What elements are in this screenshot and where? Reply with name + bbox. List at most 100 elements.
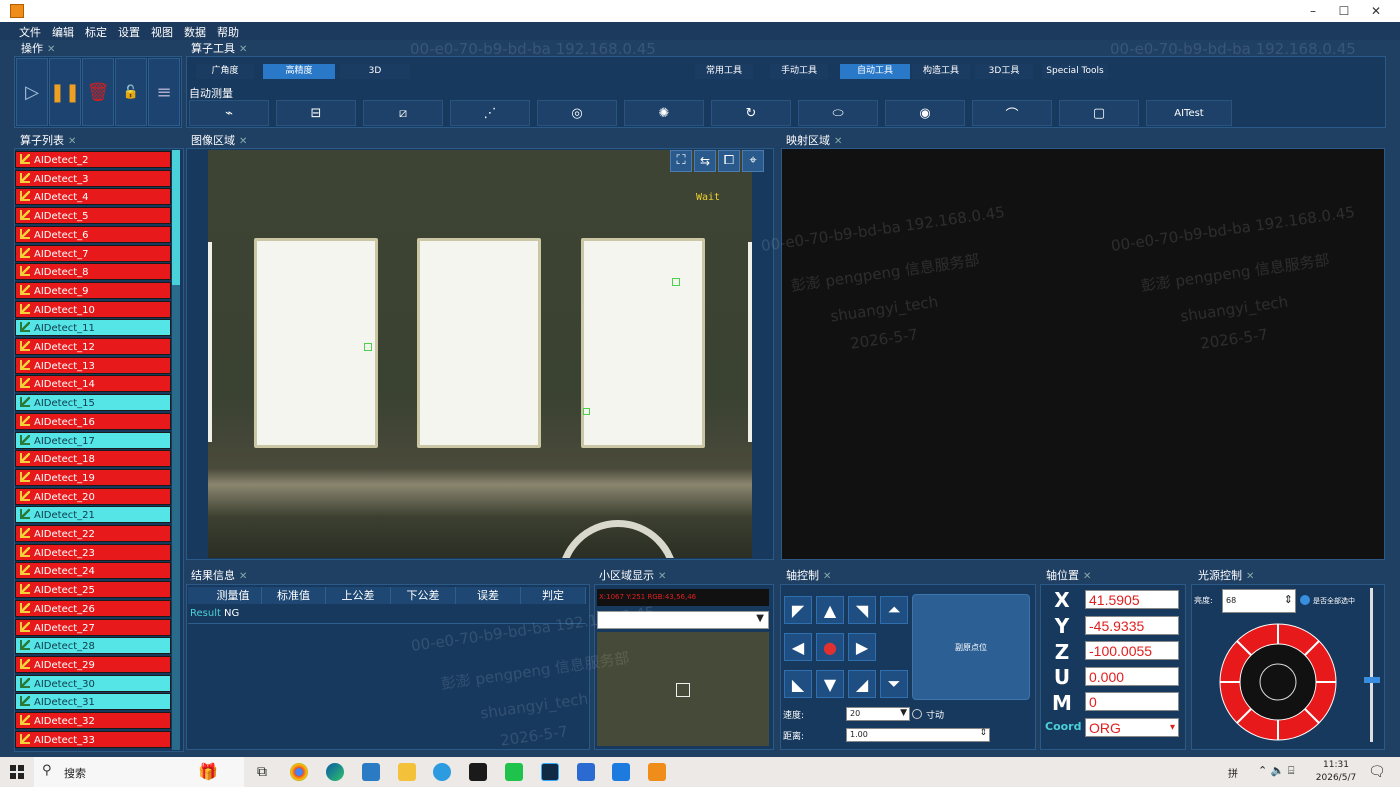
crop-icon[interactable]: ⧠ [718, 150, 740, 172]
home-position-button[interactable]: 副原点位 [912, 594, 1030, 700]
menu-list-button[interactable]: ≡ [148, 58, 180, 126]
app-icon-3[interactable] [362, 763, 380, 781]
clock-time[interactable]: 11:31 [1316, 760, 1356, 770]
wechat-icon[interactable] [505, 763, 523, 781]
list-item[interactable]: AIDetect_16 [15, 412, 171, 430]
menu-help[interactable]: 帮助 [217, 24, 239, 40]
list-item[interactable]: AIDetect_28 [15, 637, 171, 655]
table-row[interactable]: Result NG [188, 605, 586, 624]
list-item[interactable]: AIDetect_2 [15, 151, 171, 168]
inch-radio[interactable] [912, 709, 922, 719]
ime-indicator[interactable]: 拼 [1228, 765, 1238, 780]
list-item[interactable]: AIDetect_20 [15, 487, 171, 505]
list-item[interactable]: AIDetect_7 [15, 244, 171, 262]
list-item[interactable]: AIDetect_33 [15, 730, 171, 748]
light-slider-handle[interactable] [1364, 677, 1380, 683]
list-item[interactable]: AIDetect_25 [15, 581, 171, 599]
list-item[interactable]: AIDetect_3 [15, 169, 171, 187]
small-area-select[interactable]: ▼ [597, 611, 769, 629]
light-slider-track[interactable] [1370, 588, 1373, 742]
list-item[interactable]: AIDetect_29 [15, 655, 171, 673]
list-item[interactable]: AIDetect_27 [15, 618, 171, 636]
current-app-icon[interactable] [648, 763, 666, 781]
list-item[interactable]: AIDetect_13 [15, 356, 171, 374]
diagonal-tool-icon[interactable]: ⧄ [363, 100, 443, 126]
camera-image[interactable]: Wait [208, 150, 752, 558]
jog-z-up-icon[interactable]: ⏶ [880, 596, 908, 624]
tab-image-area[interactable]: 图像区域 ✕ [188, 132, 247, 149]
tab-operation[interactable]: 操作 ✕ [18, 40, 55, 57]
tab-common-tools[interactable]: 常用工具 [695, 64, 753, 79]
run-button[interactable]: ▷ [16, 58, 48, 126]
jog-down-icon[interactable]: ▼ [816, 670, 844, 698]
tab-axis-position[interactable]: 轴位置 ✕ [1043, 567, 1091, 584]
fit-view-icon[interactable]: ⛶ [670, 150, 692, 172]
tab-axis-control[interactable]: 轴控制 ✕ [783, 567, 831, 584]
delete-button[interactable]: 🗑 [82, 58, 114, 126]
coord-select[interactable]: ORG ▾ [1085, 718, 1179, 737]
arc-tool-icon[interactable]: ↻ [711, 100, 791, 126]
clock-date[interactable]: 2026/5/7 [1312, 773, 1360, 783]
list-item[interactable]: AIDetect_11 [15, 319, 171, 337]
aitest-button[interactable]: AITest [1146, 100, 1232, 126]
pause-button[interactable]: ❚❚ [49, 58, 81, 126]
width-tool-icon[interactable]: ⊟ [276, 100, 356, 126]
chrome-icon[interactable] [290, 763, 308, 781]
concentric-tool-icon[interactable]: ◉ [885, 100, 965, 126]
tab-construct-tools[interactable]: 构造工具 [912, 64, 970, 79]
tab-manual-tools[interactable]: 手动工具 [770, 64, 828, 79]
list-item[interactable]: AIDetect_12 [15, 338, 171, 355]
target-icon[interactable]: ⌖ [742, 150, 764, 172]
file-explorer-icon[interactable] [398, 763, 416, 781]
list-item[interactable]: AIDetect_15 [15, 394, 171, 412]
list-item[interactable]: AIDetect_10 [15, 300, 171, 318]
list-item[interactable]: AIDetect_21 [15, 506, 171, 524]
list-item[interactable]: AIDetect_9 [15, 281, 171, 299]
mapping-canvas[interactable] [781, 148, 1385, 560]
ring-tool-icon[interactable]: ✺ [624, 100, 704, 126]
list-item[interactable]: AIDetect_8 [15, 263, 171, 281]
rect-tool-icon[interactable]: ▢ [1059, 100, 1139, 126]
speed-select[interactable]: 20 ▼ [846, 707, 910, 721]
lock-button[interactable]: 🔓 [115, 58, 147, 126]
jog-left-icon[interactable]: ◀ [784, 633, 812, 661]
circle-detect-tool-icon[interactable]: ◎ [537, 100, 617, 126]
select-all-checkbox[interactable] [1300, 595, 1310, 605]
jog-up-icon[interactable]: ▲ [816, 596, 844, 624]
list-item[interactable]: AIDetect_18 [15, 450, 171, 468]
app-icon-6[interactable] [469, 763, 487, 781]
jog-up-left-icon[interactable]: ◤ [784, 596, 812, 624]
task-view-icon[interactable]: ⧉ [253, 763, 271, 781]
actual-size-icon[interactable]: ⇆ [694, 150, 716, 172]
distance-stepper[interactable]: 1.00 ⇕ [846, 728, 990, 742]
list-item[interactable]: AIDetect_30 [15, 674, 171, 692]
list-item[interactable]: AIDetect_26 [15, 599, 171, 617]
mode-high-precision[interactable]: 高精度 [263, 64, 335, 79]
jog-right-icon[interactable]: ▶ [848, 633, 876, 661]
tab-3d-tools[interactable]: 3D工具 [975, 64, 1033, 79]
list-item[interactable]: AIDetect_6 [15, 225, 171, 243]
list-item[interactable]: AIDetect_4 [15, 188, 171, 206]
tab-mapping-area[interactable]: 映射区域 ✕ [783, 132, 842, 149]
list-item[interactable]: AIDetect_32 [15, 712, 171, 729]
close-button[interactable]: ✕ [1353, 0, 1399, 22]
brightness-stepper[interactable]: 68 ⇕ [1222, 589, 1296, 613]
menu-data[interactable]: 数据 [184, 24, 206, 40]
windows-start-icon[interactable] [10, 765, 24, 779]
list-item[interactable]: AIDetect_14 [15, 375, 171, 393]
app-icon-5[interactable] [433, 763, 451, 781]
list-item[interactable]: AIDetect_22 [15, 525, 171, 542]
mode-3d[interactable]: 3D [340, 64, 410, 79]
menu-view[interactable]: 视图 [151, 24, 173, 40]
tab-special-tools[interactable]: Special Tools [1042, 64, 1108, 79]
list-item[interactable]: AIDetect_24 [15, 562, 171, 580]
jog-down-right-icon[interactable]: ◢ [848, 670, 876, 698]
notification-icon[interactable]: 🗨 [1368, 764, 1386, 780]
tab-light-control[interactable]: 光源控制 ✕ [1195, 567, 1254, 584]
tab-operator-tools[interactable]: 算子工具 ✕ [188, 40, 247, 57]
profile-tool-icon[interactable]: ⌁ [189, 100, 269, 126]
mode-wide-angle[interactable]: 广角度 [196, 64, 254, 79]
photoshop-icon[interactable] [541, 763, 559, 781]
tab-auto-tools[interactable]: 自动工具 [840, 64, 910, 79]
points-tool-icon[interactable]: ⋰ [450, 100, 530, 126]
